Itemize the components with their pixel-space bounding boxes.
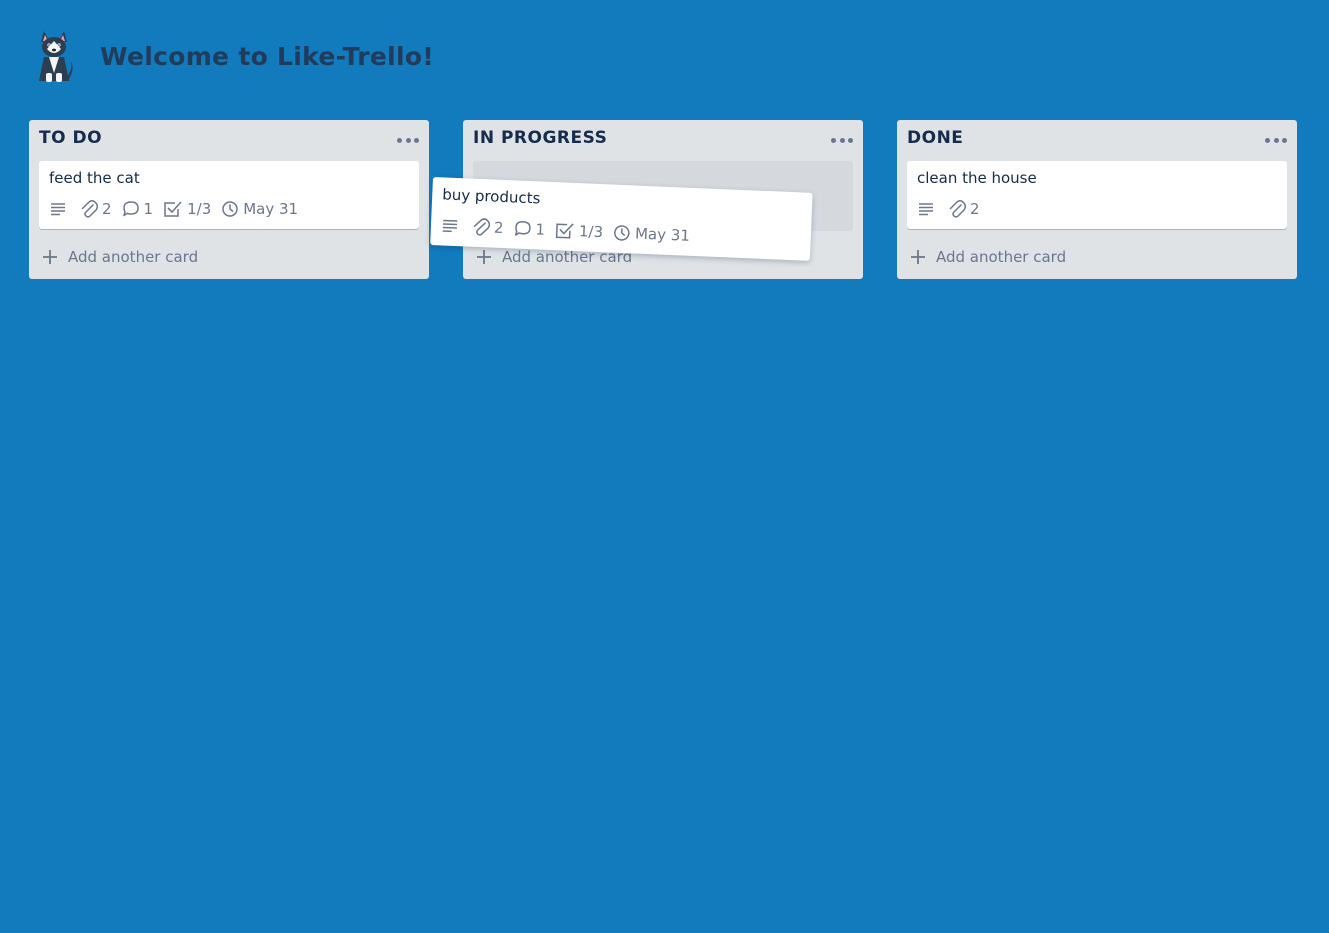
checklist-badge: 1/3 bbox=[163, 200, 211, 218]
attachments-badge: 2 bbox=[472, 217, 504, 238]
card-badges: 2 1 1/3 May 31 bbox=[50, 199, 308, 219]
comments-count: 1 bbox=[535, 220, 546, 239]
due-date-badge: May 31 bbox=[613, 224, 691, 245]
description-badge bbox=[918, 202, 938, 216]
paperclip-icon bbox=[81, 200, 98, 218]
card-title: feed the cat bbox=[49, 169, 140, 187]
paperclip-icon bbox=[949, 200, 966, 218]
comments-badge: 1 bbox=[122, 200, 154, 218]
description-badge bbox=[442, 218, 463, 233]
list-title[interactable]: IN PROGRESS bbox=[473, 128, 607, 148]
list-title[interactable]: TO DO bbox=[39, 128, 102, 148]
card-title: buy products bbox=[441, 185, 541, 208]
description-icon bbox=[442, 219, 458, 233]
card-clean-the-house[interactable]: clean the house 2 bbox=[907, 161, 1287, 229]
card-badges: 2 1 1/3 May 31 bbox=[442, 215, 701, 246]
due-date-badge: May 31 bbox=[221, 200, 298, 218]
list-menu-icon[interactable] bbox=[831, 130, 853, 150]
checklist-badge: 1/3 bbox=[555, 221, 604, 242]
plus-icon bbox=[43, 250, 57, 264]
add-card-button[interactable]: Add another card bbox=[41, 248, 198, 266]
checklist-icon bbox=[555, 223, 574, 239]
list-done: DONE clean the house 2 Add another card bbox=[897, 120, 1297, 279]
due-date: May 31 bbox=[634, 224, 691, 245]
attachments-badge: 2 bbox=[80, 199, 112, 219]
list-title[interactable]: DONE bbox=[907, 128, 963, 148]
comments-count: 1 bbox=[143, 200, 154, 218]
due-date: May 31 bbox=[243, 200, 299, 218]
comment-icon bbox=[122, 201, 139, 217]
comment-icon bbox=[514, 221, 531, 236]
plus-icon bbox=[477, 250, 491, 264]
add-card-label: Add another card bbox=[936, 248, 1067, 266]
comments-badge: 1 bbox=[513, 219, 546, 239]
clock-icon bbox=[614, 225, 630, 241]
card-badges: 2 bbox=[918, 199, 990, 219]
list-to-do: TO DO feed the cat 2 1 1/3 May 31 Add an… bbox=[29, 120, 429, 279]
description-badge bbox=[50, 202, 70, 216]
clock-icon bbox=[222, 201, 238, 217]
add-card-button[interactable]: Add another card bbox=[909, 248, 1066, 266]
description-icon bbox=[51, 203, 65, 216]
checklist-count: 1/3 bbox=[187, 200, 212, 218]
attachments-badge: 2 bbox=[948, 199, 980, 219]
page-title: Welcome to Like-Trello! bbox=[100, 41, 435, 71]
list-menu-icon[interactable] bbox=[397, 130, 419, 150]
card-title: clean the house bbox=[917, 169, 1037, 187]
checklist-icon bbox=[164, 201, 182, 217]
description-icon bbox=[919, 203, 933, 216]
card-feed-the-cat[interactable]: feed the cat 2 1 1/3 May 31 bbox=[39, 161, 419, 229]
attachments-count: 2 bbox=[970, 200, 980, 218]
app-header: Welcome to Like-Trello! bbox=[33, 28, 434, 84]
paperclip-icon bbox=[473, 218, 491, 236]
plus-icon bbox=[911, 250, 925, 264]
husky-logo-icon bbox=[39, 31, 73, 82]
add-card-label: Add another card bbox=[68, 248, 199, 266]
list-menu-icon[interactable] bbox=[1265, 130, 1287, 150]
attachments-count: 2 bbox=[493, 218, 504, 237]
attachments-count: 2 bbox=[102, 200, 112, 218]
checklist-count: 1/3 bbox=[578, 222, 604, 242]
